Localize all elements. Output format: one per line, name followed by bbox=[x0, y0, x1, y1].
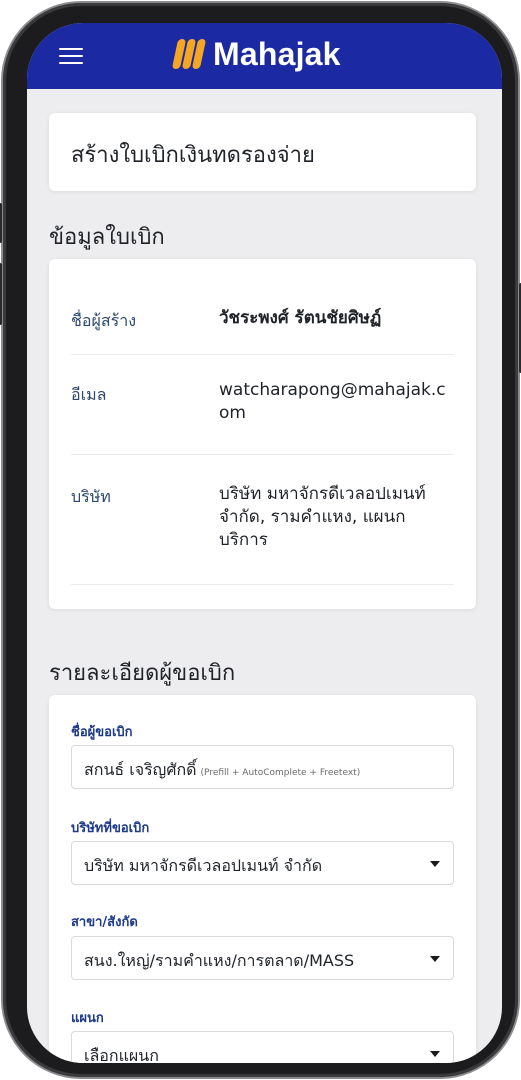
info-label: ชื่อผู้สร้าง bbox=[71, 311, 136, 330]
info-value: บริษัท มหาจักรดีเวลอปเมนท์ จำกัด, รามคำแ… bbox=[219, 484, 426, 550]
page-title: สร้างใบเบิกเงินทดรองจ่าย bbox=[71, 143, 315, 168]
company-select[interactable]: บริษัท มหาจักรดีเวลอปเมนท์ จำกัด bbox=[71, 841, 454, 885]
field-label: ชื่อผู้ขอเบิก bbox=[71, 725, 133, 740]
volume-button bbox=[0, 263, 2, 325]
select-value: บริษัท มหาจักรดีเวลอปเมนท์ จำกัด bbox=[84, 856, 323, 875]
requester-name-value: สกนธ์ เจริญศักดิ์ (Prefill + AutoComplete… bbox=[84, 758, 360, 783]
info-card: ชื่อผู้สร้าง วัชระพงศ์ รัตนชัยศิษฏ์ อีเม… bbox=[49, 259, 476, 609]
info-value: watcharapong@mahajak.com bbox=[219, 380, 446, 423]
info-row-company: บริษัท บริษัท มหาจักรดีเวลอปเมนท์ จำกัด,… bbox=[71, 455, 454, 585]
brand-name: Mahajak bbox=[213, 35, 341, 72]
requester-name-input[interactable]: สกนธ์ เจริญศักดิ์ (Prefill + AutoComplete… bbox=[71, 745, 454, 789]
requester-card: ชื่อผู้ขอเบิก สกนธ์ เจริญศักดิ์ (Prefill … bbox=[49, 695, 476, 1063]
field-label: บริษัทที่ขอเบิก bbox=[71, 821, 150, 836]
department-select[interactable]: เลือกแผนก bbox=[71, 1031, 454, 1063]
page-title-card: สร้างใบเบิกเงินทดรองจ่าย bbox=[49, 113, 476, 191]
info-label: บริษัท bbox=[71, 487, 111, 506]
requester-section-heading: รายละเอียดผู้ขอเบิก bbox=[49, 661, 236, 686]
input-hint: (Prefill + AutoComplete + Freetext) bbox=[200, 768, 361, 778]
info-row-email: อีเมล watcharapong@mahajak.com bbox=[71, 355, 454, 455]
volume-button bbox=[0, 203, 2, 243]
select-value: เลือกแผนก bbox=[84, 1046, 159, 1063]
screen: Mahajak สร้างใบเบิกเงินทดรองจ่าย ข้อมูลใ… bbox=[27, 23, 502, 1063]
phone-frame: Mahajak สร้างใบเบิกเงินทดรองจ่าย ข้อมูลใ… bbox=[0, 3, 521, 1077]
branch-select[interactable]: สนง.ใหญ่/รามคำแหง/การตลาด/MASS bbox=[71, 936, 454, 980]
chevron-down-icon bbox=[430, 956, 440, 962]
menu-icon[interactable] bbox=[59, 46, 83, 66]
select-value: สนง.ใหญ่/รามคำแหง/การตลาด/MASS bbox=[84, 951, 355, 970]
main-content: สร้างใบเบิกเงินทดรองจ่าย ข้อมูลใบเบิก ชื… bbox=[27, 89, 502, 1063]
mahajak-logo-icon bbox=[171, 37, 207, 71]
info-row-creator: ชื่อผู้สร้าง วัชระพงศ์ รัตนชัยศิษฏ์ bbox=[71, 285, 454, 355]
info-value: วัชระพงศ์ รัตนชัยศิษฏ์ bbox=[219, 308, 382, 328]
chevron-down-icon bbox=[430, 861, 440, 867]
field-label: สาขา/สังกัด bbox=[71, 915, 138, 930]
info-section-heading: ข้อมูลใบเบิก bbox=[49, 225, 165, 250]
field-label: แผนก bbox=[71, 1011, 104, 1026]
chevron-down-icon bbox=[430, 1051, 440, 1057]
info-label: อีเมล bbox=[71, 385, 107, 404]
top-app-bar: Mahajak bbox=[27, 23, 502, 89]
brand-logo[interactable]: Mahajak bbox=[171, 35, 341, 73]
input-value: สกนธ์ เจริญศักดิ์ bbox=[84, 760, 197, 779]
